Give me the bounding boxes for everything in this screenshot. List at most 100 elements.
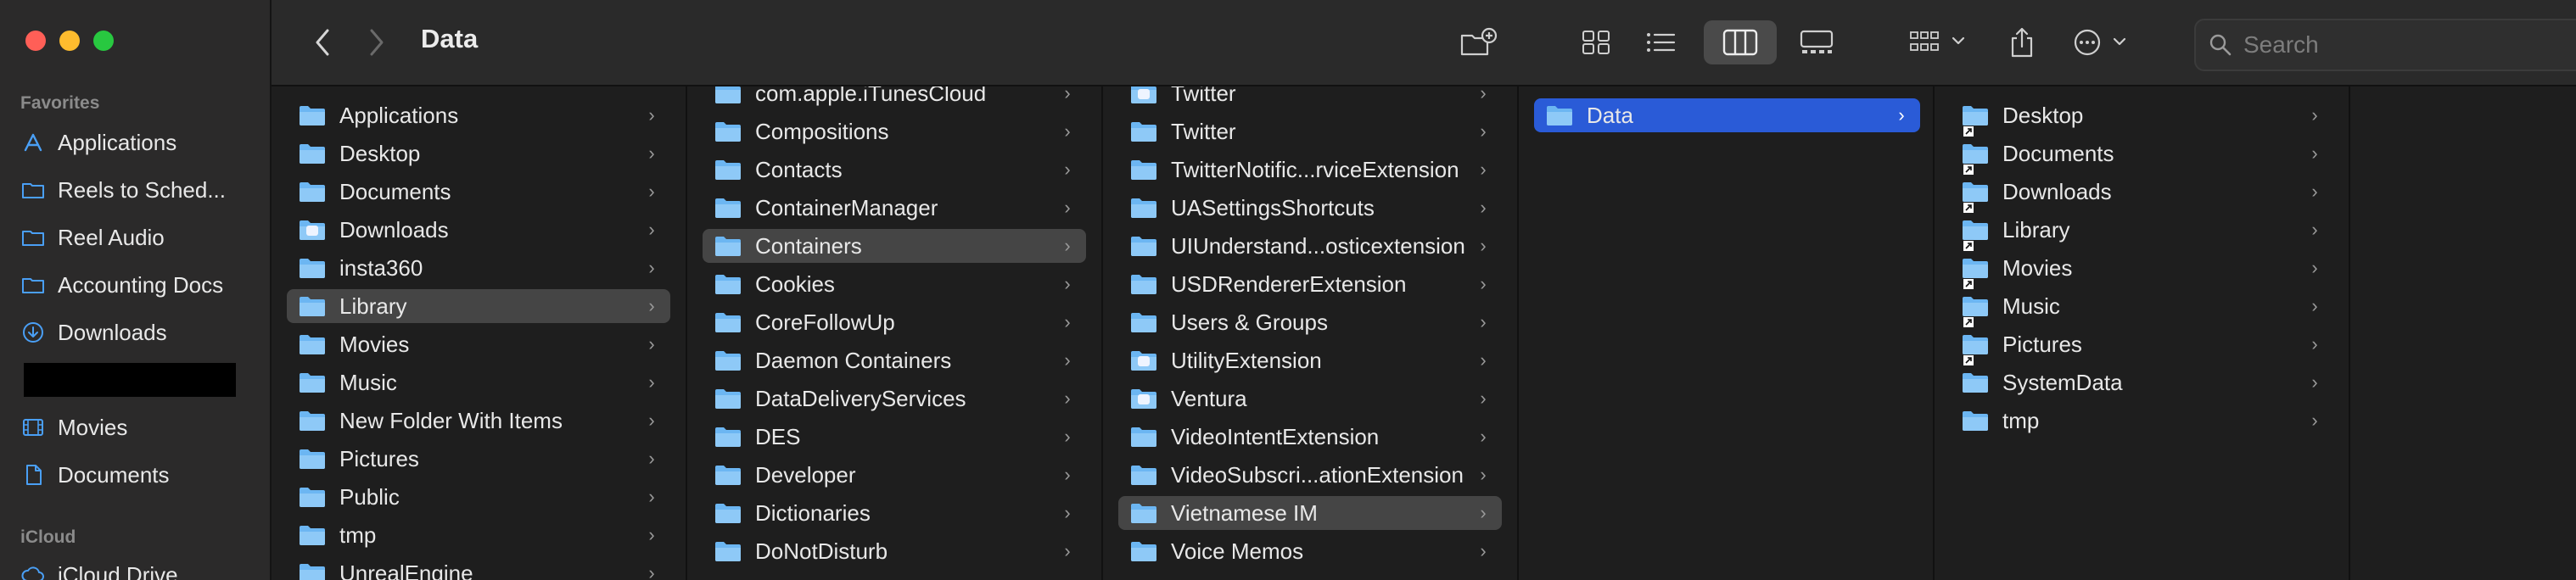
folder-row[interactable]: UIUnderstand...osticextension › [1118,229,1502,263]
folder-row[interactable]: TwitterNotific...rviceExtension › [1118,153,1502,187]
gallery-view-button[interactable] [1789,20,1845,64]
zoom-window-button[interactable] [93,31,114,51]
new-folder-button[interactable] [1454,20,1502,64]
ellipsis-circle-icon [2074,29,2126,56]
folder-row[interactable]: Ventura › [1118,382,1502,415]
folder-row[interactable]: com.apple.iTunesCloud › [703,86,1086,110]
sidebar-item-icloud-drive[interactable]: iCloud Drive [20,551,178,580]
sidebar-item-reel-audio[interactable]: Reel Audio [20,214,165,261]
folder-row[interactable]: Dictionaries › [703,496,1086,530]
folder-row[interactable]: Library › [287,289,670,323]
sidebar-item-documents[interactable]: Documents [20,451,170,499]
column-3[interactable]: Twitter › Twitter › TwitterNotific...rviceEx… [1103,86,1519,580]
sidebar-item-applications[interactable]: Applications [20,119,176,166]
folder-icon [299,562,326,580]
folder-name: Pictures [339,445,419,471]
folder-row[interactable]: Public › [287,480,670,514]
folder-row[interactable]: Music › [287,365,670,399]
list-view-button[interactable] [1634,20,1687,64]
folder-row[interactable]: DoNotDisturb › [703,534,1086,568]
sidebar-item-reels-to-schedule[interactable]: Reels to Sched... [20,166,226,214]
folder-icon [299,410,326,432]
share-button[interactable] [2001,20,2043,64]
folder-row[interactable]: Pictures › [1950,327,2333,365]
search-field[interactable]: Search [2194,19,2576,71]
chevron-right-icon: › [648,333,655,354]
folder-row[interactable]: tmp › [287,518,670,552]
folder-row[interactable]: Users & Groups › [1118,305,1502,339]
sidebar-item-movies[interactable]: Movies [20,404,127,451]
folder-row[interactable]: Documents › [287,175,670,209]
folder-icon [714,86,742,104]
close-window-button[interactable] [25,31,46,51]
folder-row[interactable]: Desktop › [1950,98,2333,137]
column-2[interactable]: com.apple.iTunesCloud › Compositions › Conta… [687,86,1103,580]
sidebar-item-label: Reel Audio [58,224,165,250]
app-badge-icon [1138,394,1150,404]
folder-row[interactable]: tmp › [1950,404,2333,438]
folder-row[interactable]: Cookies › [703,267,1086,301]
folder-row[interactable]: VideoSubscri...ationExtension › [1118,458,1502,492]
minimize-window-button[interactable] [59,31,80,51]
folder-row[interactable]: Data › [1534,98,1920,132]
folder-name: tmp [339,521,377,548]
folder-row[interactable]: Desktop › [287,137,670,170]
chevron-right-icon: › [1064,426,1071,447]
folder-icon [20,177,46,203]
folder-row[interactable]: VideoIntentExtension › [1118,420,1502,454]
alias-arrow-icon [1963,154,1974,175]
folder-row[interactable]: UtilityExtension › [1118,343,1502,377]
folder-icon [714,540,742,562]
folder-row[interactable]: Voice Memos › [1118,534,1502,568]
folder-row[interactable]: Containers › [703,229,1086,263]
back-button[interactable] [305,20,339,64]
folder-name: tmp [2002,407,2040,433]
folder-row[interactable]: Movies › [287,327,670,361]
folder-row[interactable]: Documents › [1950,137,2333,175]
folder-icon [1130,464,1157,486]
column-4[interactable]: Data › [1519,86,1935,580]
folder-row[interactable]: Vietnamese IM › [1118,496,1502,530]
chevron-right-icon: › [1480,349,1487,371]
folder-row[interactable]: Applications › [287,98,670,132]
app-badge-icon [1138,356,1150,366]
folder-row[interactable]: DES › [703,420,1086,454]
forward-button[interactable] [360,20,394,64]
sidebar-item-downloads[interactable]: Downloads [20,309,167,356]
folder-name: Twitter [1171,86,1236,106]
folder-row[interactable]: Pictures › [287,442,670,476]
column-5[interactable]: Desktop › Documents › Downloads › Library › Movi… [1935,86,2350,580]
more-actions-button[interactable] [2064,20,2145,64]
folder-row[interactable]: insta360 › [287,251,670,285]
folder-row[interactable]: SystemData › [1950,365,2333,399]
folder-row[interactable]: Movies › [1950,251,2333,289]
folder-row[interactable]: Developer › [703,458,1086,492]
folder-row[interactable]: Downloads › [287,213,670,247]
sidebar-item-accounting-docs[interactable]: Accounting Docs [20,261,223,309]
folder-row[interactable]: DataDeliveryServices › [703,382,1086,415]
folder-icon [1130,311,1157,333]
folder-row[interactable]: Contacts › [703,153,1086,187]
column-1[interactable]: Applications › Desktop › Documents › Downloads… [272,86,687,580]
folder-row[interactable]: Twitter › [1118,114,1502,148]
chevron-right-icon: › [1480,86,1487,103]
icon-view-button[interactable] [1570,20,1622,64]
folder-row[interactable]: Music › [1950,289,2333,327]
folder-row[interactable]: UnrealEngine › [287,556,670,580]
folder-row[interactable]: New Folder With Items › [287,404,670,438]
sidebar-item-label: iCloud Drive [58,561,178,580]
column-view-button[interactable] [1704,20,1777,64]
folder-row[interactable]: CoreFollowUp › [703,305,1086,339]
folder-row[interactable]: UASettingsShortcuts › [1118,191,1502,225]
chevron-right-icon: › [1898,104,1905,125]
folder-row[interactable]: Library › [1950,213,2333,251]
folder-row[interactable]: Downloads › [1950,175,2333,213]
folder-row[interactable]: USDRendererExtension › [1118,267,1502,301]
folder-row[interactable]: Compositions › [703,114,1086,148]
folder-row[interactable]: Daemon Containers › [703,343,1086,377]
folder-row[interactable]: DuetExpertCenter› [703,572,1086,580]
folder-row[interactable]: ContainerManager › [703,191,1086,225]
group-by-button[interactable] [1901,20,1977,64]
folder-row[interactable]: VoiceBanking.Diagnostics› [1118,572,1502,580]
folder-row[interactable]: Twitter › [1118,86,1502,110]
